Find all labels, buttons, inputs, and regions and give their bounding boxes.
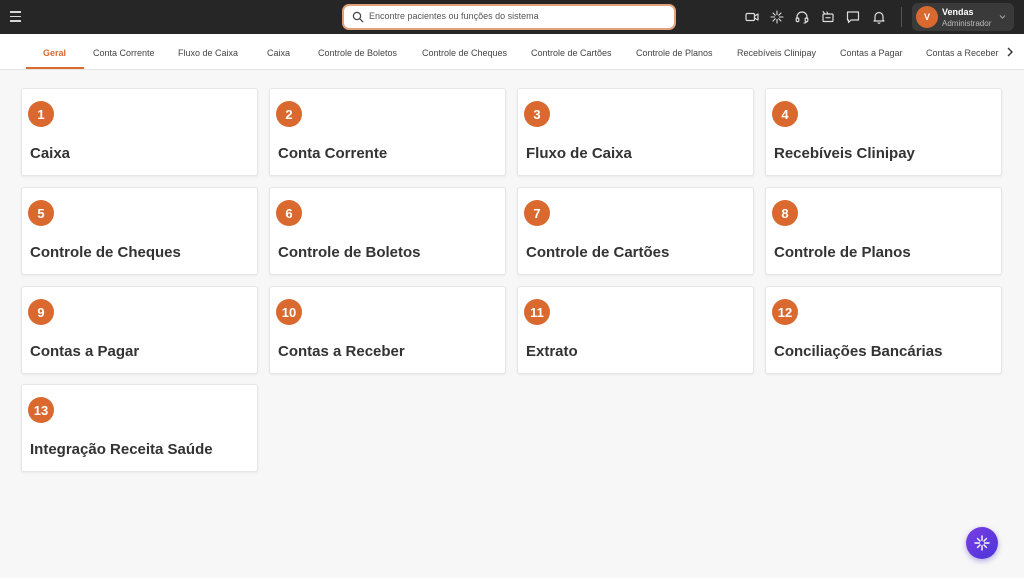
tab-controle-de-boletos[interactable]: Controle de Boletos xyxy=(318,34,397,70)
top-bar: Encontre pacientes ou funções do sistema… xyxy=(0,0,1024,34)
card-number-badge: 2 xyxy=(276,101,302,127)
card-title: Contas a Receber xyxy=(278,343,405,360)
user-menu[interactable]: V Vendas Administrador xyxy=(912,3,1014,31)
tab-geral[interactable]: Geral xyxy=(43,34,66,70)
card-integracao-receita-saude[interactable]: 13 Integração Receita Saúde xyxy=(21,384,258,472)
sparkle-icon[interactable] xyxy=(769,9,785,25)
search-input[interactable]: Encontre pacientes ou funções do sistema xyxy=(342,4,676,30)
card-title: Conciliações Bancárias xyxy=(774,343,943,360)
card-number-badge: 5 xyxy=(28,200,54,226)
card-title: Conta Corrente xyxy=(278,145,388,162)
header-divider xyxy=(901,7,902,27)
card-number-badge: 6 xyxy=(276,200,302,226)
announcement-icon[interactable] xyxy=(820,9,836,25)
tab-caixa[interactable]: Caixa xyxy=(267,34,290,70)
card-title: Contas a Pagar xyxy=(30,343,140,360)
card-conciliacoes-bancarias[interactable]: 12 Conciliações Bancárias xyxy=(765,286,1002,374)
search-icon xyxy=(352,11,364,23)
tab-conta-corrente[interactable]: Conta Corrente xyxy=(93,34,155,70)
chevron-right-icon[interactable] xyxy=(1004,45,1016,59)
card-number-badge: 8 xyxy=(772,200,798,226)
card-number-badge: 11 xyxy=(524,299,550,325)
card-number-badge: 4 xyxy=(772,101,798,127)
tab-fluxo-de-caixa[interactable]: Fluxo de Caixa xyxy=(178,34,238,70)
menu-icon[interactable] xyxy=(10,11,21,22)
card-contas-a-receber[interactable]: 10 Contas a Receber xyxy=(269,286,506,374)
card-fluxo-de-caixa[interactable]: 3 Fluxo de Caixa xyxy=(517,88,754,176)
card-contas-a-pagar[interactable]: 9 Contas a Pagar xyxy=(21,286,258,374)
card-controle-de-boletos[interactable]: 6 Controle de Boletos xyxy=(269,187,506,275)
card-number-badge: 13 xyxy=(28,397,54,423)
card-number-badge: 3 xyxy=(524,101,550,127)
tab-overflow-clip: Contas a Receber xyxy=(924,34,1002,70)
card-title: Integração Receita Saúde xyxy=(30,441,213,458)
ai-assistant-button[interactable] xyxy=(966,527,998,559)
card-caixa[interactable]: 1 Caixa xyxy=(21,88,258,176)
chat-icon[interactable] xyxy=(845,9,861,25)
user-role: Administrador xyxy=(942,19,992,28)
card-number-badge: 7 xyxy=(524,200,550,226)
card-title: Extrato xyxy=(526,343,578,360)
card-number-badge: 9 xyxy=(28,299,54,325)
card-number-badge: 12 xyxy=(772,299,798,325)
tab-controle-de-cheques[interactable]: Controle de Cheques xyxy=(422,34,507,70)
tab-recebiveis-clinipay[interactable]: Recebíveis Clinipay xyxy=(737,34,816,70)
tab-controle-de-planos[interactable]: Controle de Planos xyxy=(636,34,713,70)
card-title: Caixa xyxy=(30,145,71,162)
headset-icon[interactable] xyxy=(794,9,810,25)
card-title: Controle de Cartões xyxy=(526,244,670,261)
card-title: Controle de Planos xyxy=(774,244,911,261)
video-icon[interactable] xyxy=(744,9,760,25)
card-number-badge: 1 xyxy=(28,101,54,127)
card-title: Controle de Cheques xyxy=(30,244,181,261)
user-name: Vendas xyxy=(942,7,974,17)
search-placeholder: Encontre pacientes ou funções do sistema xyxy=(369,11,539,21)
card-controle-de-planos[interactable]: 8 Controle de Planos xyxy=(765,187,1002,275)
card-extrato[interactable]: 11 Extrato xyxy=(517,286,754,374)
card-title: Fluxo de Caixa xyxy=(526,145,632,162)
tab-contas-a-receber[interactable]: Contas a Receber xyxy=(926,34,999,70)
card-controle-de-cheques[interactable]: 5 Controle de Cheques xyxy=(21,187,258,275)
tab-bar: Geral Conta Corrente Fluxo de Caixa Caix… xyxy=(0,34,1024,70)
avatar: V xyxy=(916,6,938,28)
tab-controle-de-cartoes[interactable]: Controle de Cartões xyxy=(531,34,612,70)
ai-sparkle-icon xyxy=(974,535,990,551)
tab-contas-a-pagar[interactable]: Contas a Pagar xyxy=(840,34,903,70)
card-number-badge: 10 xyxy=(276,299,302,325)
chevron-down-icon xyxy=(999,15,1006,19)
bell-icon[interactable] xyxy=(871,9,887,25)
active-tab-indicator xyxy=(26,67,84,69)
card-controle-de-cartoes[interactable]: 7 Controle de Cartões xyxy=(517,187,754,275)
card-recebiveis-clinipay[interactable]: 4 Recebíveis Clinipay xyxy=(765,88,1002,176)
card-conta-corrente[interactable]: 2 Conta Corrente xyxy=(269,88,506,176)
card-title: Controle de Boletos xyxy=(278,244,421,261)
card-title: Recebíveis Clinipay xyxy=(774,145,915,162)
